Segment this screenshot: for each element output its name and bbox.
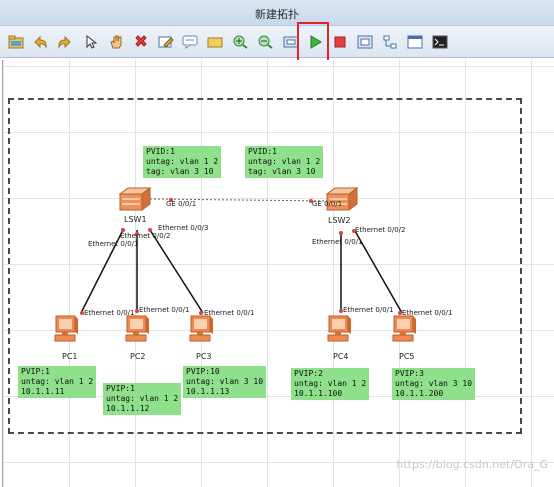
pc-icon[interactable]: [391, 314, 417, 350]
note-line: untag: vlan 3 10: [395, 379, 473, 388]
port-label: Ethernet 0/0/2: [120, 232, 171, 240]
device-name-pc1: PC1: [62, 352, 78, 361]
device-name-pc4: PC4: [333, 352, 349, 361]
port-label: Ethernet 0/0/1: [402, 309, 453, 317]
note-pc3[interactable]: PVIP:10 untag: vlan 3 10 10.1.1.13: [183, 366, 267, 398]
note-line: 10.1.1.200: [395, 389, 444, 398]
note-line: untag: vlan 1 2: [21, 377, 94, 386]
watermark: https://blog.csdn.net/Ora_G: [396, 458, 548, 471]
note-line: 10.1.1.12: [106, 404, 150, 413]
port-label: Ethernet 0/0/2: [355, 226, 406, 234]
port-dot: [339, 231, 343, 235]
note-pc2[interactable]: PVIP:1 untag: vlan 1 2 10.1.1.12: [103, 383, 182, 415]
note-line: 10.1.1.13: [186, 387, 230, 396]
note-line: PVIP:1: [21, 367, 50, 376]
note-line: PVIP:3: [395, 369, 424, 378]
note-line: tag: vlan 3 10: [146, 167, 214, 176]
note-lsw2[interactable]: PVID:1 untag: vlan 1 2 tag: vlan 3 10: [245, 146, 324, 178]
link-lsw1-pc3: [149, 229, 204, 314]
note-line: PVIP:2: [294, 369, 323, 378]
device-name-lsw2: LSW2: [328, 216, 351, 225]
note-line: PVID:1: [248, 147, 277, 156]
port-label: Ethernet 0/0/1: [312, 238, 363, 246]
note-line: PVIP:1: [106, 384, 135, 393]
note-lsw1[interactable]: PVID:1 untag: vlan 1 2 tag: vlan 3 10: [143, 146, 222, 178]
device-name-pc5: PC5: [399, 352, 415, 361]
switch-icon[interactable]: [118, 186, 152, 216]
note-line: 10.1.1.11: [21, 387, 65, 396]
pc-icon[interactable]: [326, 314, 352, 350]
note-line: untag: vlan 1 2: [146, 157, 219, 166]
port-label: Ethernet 0/0/1: [343, 306, 394, 314]
port-label: Ethernet 0/0/1: [204, 309, 255, 317]
note-line: 10.1.1.100: [294, 389, 343, 398]
topology-links: [80, 198, 403, 315]
note-pc4[interactable]: PVIP:2 untag: vlan 1 2 10.1.1.100: [291, 368, 370, 400]
note-line: tag: vlan 3 10: [248, 167, 316, 176]
pc-icon[interactable]: [124, 314, 150, 350]
note-line: PVIP:10: [186, 367, 220, 376]
device-name-lsw1: LSW1: [124, 215, 147, 224]
note-pc5[interactable]: PVIP:3 untag: vlan 3 10 10.1.1.200: [392, 368, 476, 400]
note-pc1[interactable]: PVIP:1 untag: vlan 1 2 10.1.1.11: [18, 366, 97, 398]
device-name-pc2: PC2: [130, 352, 146, 361]
port-label: Ethernet 0/0/3: [158, 224, 209, 232]
note-line: untag: vlan 3 10: [186, 377, 264, 386]
note-line: untag: vlan 1 2: [106, 394, 179, 403]
note-line: untag: vlan 1 2: [294, 379, 367, 388]
note-line: untag: vlan 1 2: [248, 157, 321, 166]
port-label: GE 0/0/1: [312, 200, 343, 208]
port-label: Ethernet 0/0/1: [139, 306, 190, 314]
port-label: GE 0/0/1: [166, 200, 197, 208]
port-label: Ethernet 0/0/1: [88, 240, 139, 248]
note-line: PVID:1: [146, 147, 175, 156]
pc-icon[interactable]: [53, 314, 79, 350]
port-label: Ethernet 0/0/1: [84, 309, 135, 317]
pc-icon[interactable]: [188, 314, 214, 350]
device-name-pc3: PC3: [196, 352, 212, 361]
